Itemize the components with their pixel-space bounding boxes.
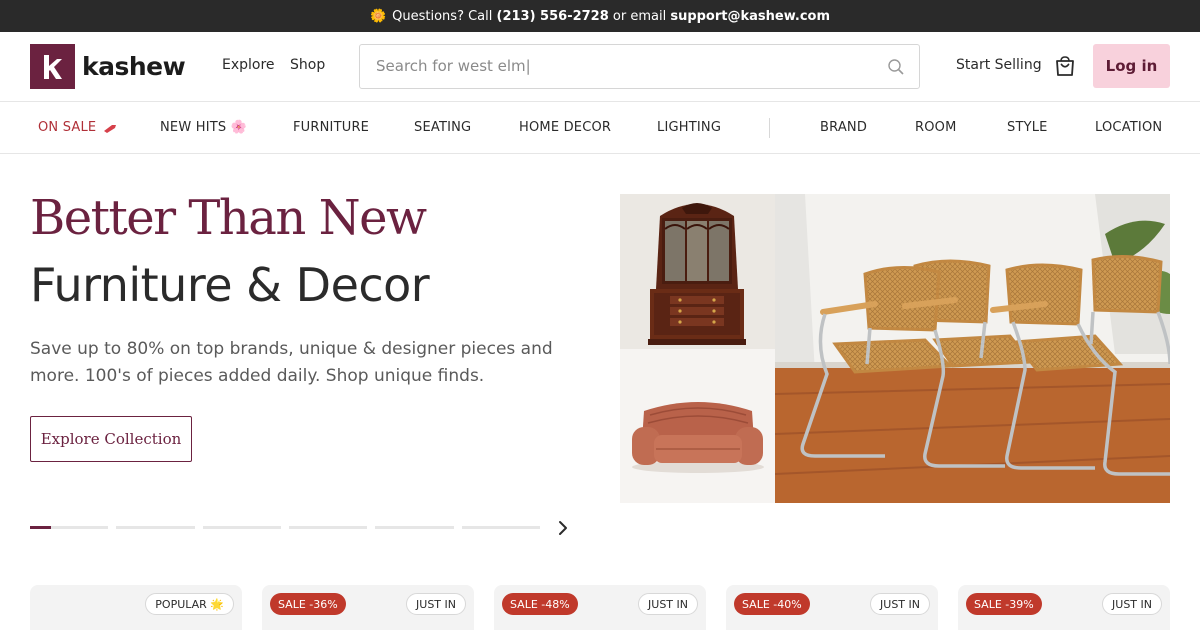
- search-box[interactable]: [359, 44, 920, 89]
- category-divider: [769, 118, 770, 138]
- announcement-bar: 🌼 Questions? Call (213) 556-2728 or emai…: [0, 0, 1200, 32]
- sale-badge: SALE -48%: [502, 593, 578, 615]
- carousel-progress-segment[interactable]: [30, 526, 108, 529]
- announcement-middle: or email: [608, 8, 671, 24]
- hero-title-accent: Better Than New: [30, 190, 427, 246]
- category-nav: ON SALE NEW HITS 🌸 FURNITURE SEATING HOM…: [0, 102, 1200, 154]
- cat-seating[interactable]: SEATING: [414, 120, 471, 135]
- chevron-right-icon[interactable]: [556, 520, 570, 536]
- cat-furniture[interactable]: FURNITURE: [293, 120, 369, 135]
- cane-chairs-image[interactable]: [775, 194, 1170, 503]
- just-in-badge: JUST IN: [870, 593, 930, 615]
- sale-badge: SALE -36%: [270, 593, 346, 615]
- carousel-progress-segment[interactable]: [375, 526, 454, 529]
- explore-collection-button[interactable]: Explore Collection: [30, 416, 192, 462]
- support-phone-link[interactable]: (213) 556-2728: [497, 9, 609, 24]
- carousel-progress-fill: [30, 526, 51, 529]
- leather-sofa-image[interactable]: [620, 349, 775, 503]
- carousel-progress-segment[interactable]: [289, 526, 367, 529]
- cat-location[interactable]: LOCATION: [1095, 120, 1162, 135]
- nav-explore[interactable]: Explore: [222, 57, 275, 73]
- cart-icon[interactable]: [1053, 54, 1077, 78]
- cat-new-hits[interactable]: NEW HITS 🌸: [160, 120, 247, 135]
- sale-badge: SALE -39%: [966, 593, 1042, 615]
- just-in-badge: JUST IN: [406, 593, 466, 615]
- site-header: kashew Explore Shop Start Selling Log in: [0, 32, 1200, 102]
- sale-badge: SALE -40%: [734, 593, 810, 615]
- search-icon[interactable]: [887, 58, 905, 76]
- cat-on-sale[interactable]: ON SALE: [38, 120, 117, 135]
- logo-mark-icon: [30, 44, 75, 89]
- china-cabinet-image[interactable]: [620, 194, 775, 349]
- search-input[interactable]: [376, 57, 876, 75]
- product-card[interactable]: SALE -39% JUST IN: [958, 585, 1170, 630]
- hero-subtitle: Save up to 80% on top brands, unique & d…: [30, 339, 553, 386]
- cat-brand[interactable]: BRAND: [820, 120, 867, 135]
- just-in-badge: JUST IN: [1102, 593, 1162, 615]
- blossom-icon: 🌸: [230, 120, 248, 135]
- product-card[interactable]: POPULAR 🌟: [30, 585, 242, 630]
- product-card[interactable]: SALE -48% JUST IN: [494, 585, 706, 630]
- start-selling-link[interactable]: Start Selling: [956, 57, 1042, 73]
- kashew-logo[interactable]: kashew: [30, 44, 186, 89]
- login-button[interactable]: Log in: [1093, 44, 1170, 88]
- nav-shop[interactable]: Shop: [290, 57, 325, 73]
- tag-icon: [103, 124, 116, 133]
- carousel-progress-segment[interactable]: [116, 526, 195, 529]
- carousel-progress-segment[interactable]: [462, 526, 540, 529]
- product-card[interactable]: SALE -40% JUST IN: [726, 585, 938, 630]
- cat-lighting[interactable]: LIGHTING: [657, 120, 721, 135]
- logo-wordmark: kashew: [82, 52, 186, 81]
- cat-new-hits-label: NEW HITS: [160, 120, 227, 135]
- daisy-icon: 🌼: [369, 8, 387, 24]
- product-card[interactable]: SALE -36% JUST IN: [262, 585, 474, 630]
- cat-style[interactable]: STYLE: [1007, 120, 1048, 135]
- just-in-badge: JUST IN: [638, 593, 698, 615]
- carousel-progress-segment[interactable]: [203, 526, 281, 529]
- popular-badge: POPULAR 🌟: [145, 593, 234, 615]
- announcement-prefix: Questions? Call: [392, 8, 497, 24]
- hero-title: Furniture & Decor: [30, 258, 430, 312]
- cat-on-sale-label: ON SALE: [38, 120, 97, 135]
- cat-room[interactable]: ROOM: [915, 120, 957, 135]
- cat-home-decor[interactable]: HOME DECOR: [519, 120, 611, 135]
- support-email-link[interactable]: support@kashew.com: [670, 9, 830, 24]
